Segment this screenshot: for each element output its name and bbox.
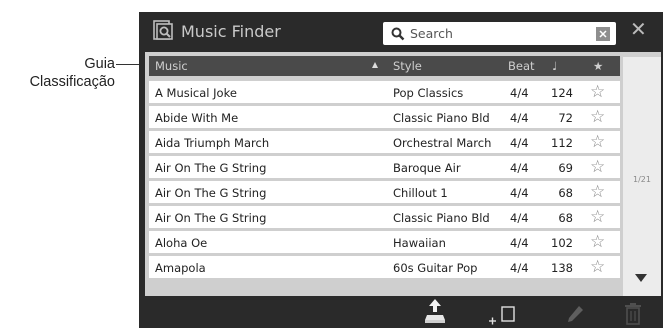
- cell-style: 60s Guitar Pop: [393, 261, 478, 275]
- trash-icon[interactable]: [623, 302, 643, 330]
- table-row[interactable]: Aida Triumph March Orchestral March 4/4 …: [149, 131, 620, 153]
- favorite-star-icon[interactable]: ☆: [590, 207, 605, 227]
- export-icon[interactable]: [424, 298, 446, 328]
- cell-tempo: 69: [558, 161, 573, 175]
- column-header-beat[interactable]: Beat: [508, 59, 535, 73]
- cell-music: Air On The G String: [155, 186, 267, 200]
- cell-music: Abide With Me: [155, 111, 239, 125]
- favorite-star-icon[interactable]: ☆: [590, 182, 605, 202]
- music-finder-icon: [153, 20, 175, 44]
- cell-beat: 4/4: [510, 136, 529, 150]
- close-icon[interactable]: ✕: [630, 19, 647, 39]
- cell-music: Air On The G String: [155, 161, 267, 175]
- title-bar: Music Finder Search ✕: [139, 12, 663, 50]
- favorite-star-icon[interactable]: ☆: [590, 157, 605, 177]
- cell-style: Classic Piano Bld: [393, 111, 490, 125]
- table-row[interactable]: Aloha Oe Hawaiian 4/4 102 ☆: [149, 231, 620, 253]
- table-row[interactable]: Air On The G String Chillout 1 4/4 68 ☆: [149, 181, 620, 203]
- favorite-star-icon[interactable]: ☆: [590, 107, 605, 127]
- annotation-callout: Guia Classificação: [30, 55, 115, 91]
- cell-beat: 4/4: [510, 86, 529, 100]
- sort-ascending-icon[interactable]: [372, 62, 378, 68]
- cell-tempo: 138: [551, 261, 573, 275]
- cell-tempo: 124: [551, 86, 573, 100]
- cell-beat: 4/4: [510, 161, 529, 175]
- window-title: Music Finder: [181, 22, 281, 41]
- cell-beat: 4/4: [510, 111, 529, 125]
- cell-music: A Musical Joke: [155, 86, 237, 100]
- cell-style: Baroque Air: [393, 161, 461, 175]
- cell-beat: 4/4: [510, 236, 529, 250]
- annotation-line1: Guia: [84, 56, 115, 72]
- search-icon: [391, 26, 405, 45]
- table-row[interactable]: Amapola 60s Guitar Pop 4/4 138 ☆: [149, 256, 620, 278]
- cell-beat: 4/4: [510, 211, 529, 225]
- cell-style: Pop Classics: [393, 86, 464, 100]
- annotation-line2: Classificação: [29, 74, 115, 90]
- table-row[interactable]: Air On The G String Classic Piano Bld 4/…: [149, 206, 620, 228]
- table-row[interactable]: Air On The G String Baroque Air 4/4 69 ☆: [149, 156, 620, 178]
- favorite-star-icon[interactable]: ☆: [590, 257, 605, 277]
- column-header-favorite[interactable]: ★: [593, 59, 603, 73]
- table-row[interactable]: A Musical Joke Pop Classics 4/4 124 ☆: [149, 81, 620, 103]
- favorite-star-icon[interactable]: ☆: [590, 82, 605, 102]
- cell-music: Air On The G String: [155, 211, 267, 225]
- cell-music: Aida Triumph March: [155, 136, 270, 150]
- cell-style: Chillout 1: [393, 186, 448, 200]
- cell-tempo: 72: [558, 111, 573, 125]
- table-row[interactable]: Abide With Me Classic Piano Bld 4/4 72 ☆: [149, 106, 620, 128]
- page-sidebar: 1/21: [623, 57, 661, 296]
- scroll-down-icon[interactable]: [635, 274, 647, 282]
- cell-music: Aloha Oe: [155, 236, 208, 250]
- cell-tempo: 102: [551, 236, 573, 250]
- favorite-star-icon[interactable]: ☆: [590, 132, 605, 152]
- cell-music: Amapola: [155, 261, 206, 275]
- cell-tempo: 68: [558, 186, 573, 200]
- clear-search-icon[interactable]: [596, 27, 610, 41]
- cell-style: Classic Piano Bld: [393, 211, 490, 225]
- column-header-tempo[interactable]: ♩: [552, 59, 557, 73]
- cell-style: Hawaiian: [393, 236, 446, 250]
- search-input[interactable]: Search: [383, 22, 616, 45]
- cell-beat: 4/4: [510, 186, 529, 200]
- cell-style: Orchestral March: [393, 136, 492, 150]
- add-icon[interactable]: [487, 304, 521, 330]
- favorite-star-icon[interactable]: ☆: [590, 232, 605, 252]
- column-header-style[interactable]: Style: [393, 59, 422, 73]
- cell-tempo: 68: [558, 211, 573, 225]
- song-list-panel: Music Style Beat ♩ ★ A Musical Joke Pop …: [145, 52, 661, 296]
- music-finder-window: Music Finder Search ✕ Music Style Beat ♩…: [139, 12, 663, 328]
- search-placeholder: Search: [410, 26, 453, 41]
- page-indicator: 1/21: [633, 175, 651, 184]
- pencil-icon[interactable]: [565, 304, 585, 328]
- cell-beat: 4/4: [510, 261, 529, 275]
- table-header: Music Style Beat ♩ ★: [149, 56, 620, 76]
- cell-tempo: 112: [551, 136, 573, 150]
- column-header-music[interactable]: Music: [155, 59, 188, 73]
